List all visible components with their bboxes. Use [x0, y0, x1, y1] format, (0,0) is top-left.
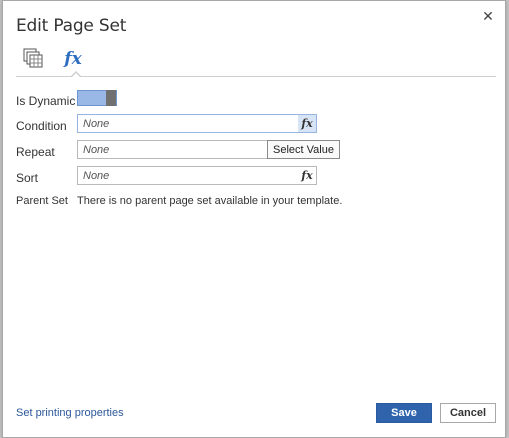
- tab-function[interactable]: fx: [58, 45, 88, 73]
- cancel-button[interactable]: Cancel: [440, 403, 496, 423]
- repeat-label: Repeat: [16, 145, 55, 159]
- stacked-pages-icon: [23, 48, 43, 68]
- active-tab-indicator-fill: [71, 73, 81, 78]
- repeat-input[interactable]: [78, 141, 268, 158]
- repeat-field: [77, 140, 269, 159]
- edit-page-set-dialog: Edit Page Set ✕ fx Is Dynamic Condition …: [2, 0, 506, 438]
- condition-field: fx: [77, 114, 317, 133]
- tab-pages[interactable]: [22, 47, 52, 75]
- tab-bar: fx: [16, 45, 496, 78]
- close-icon[interactable]: ✕: [480, 9, 496, 25]
- condition-input[interactable]: [78, 115, 294, 132]
- condition-fx-button[interactable]: fx: [298, 115, 316, 132]
- is-dynamic-toggle[interactable]: [77, 90, 117, 106]
- parent-set-value: There is no parent page set available in…: [77, 195, 343, 207]
- parent-set-label: Parent Set: [16, 195, 68, 207]
- select-value-tooltip: Select Value: [267, 140, 340, 159]
- set-printing-properties-link[interactable]: Set printing properties: [16, 407, 124, 419]
- condition-label: Condition: [16, 119, 67, 133]
- sort-label: Sort: [16, 171, 39, 185]
- save-button[interactable]: Save: [376, 403, 432, 423]
- tab-divider: [16, 76, 496, 77]
- function-icon: fx: [64, 49, 82, 69]
- toggle-knob: [106, 90, 116, 106]
- is-dynamic-label: Is Dynamic: [16, 94, 76, 108]
- dialog-title: Edit Page Set: [16, 16, 127, 36]
- sort-field: fx: [77, 166, 317, 185]
- sort-input[interactable]: [78, 167, 294, 184]
- sort-fx-button[interactable]: fx: [298, 167, 316, 184]
